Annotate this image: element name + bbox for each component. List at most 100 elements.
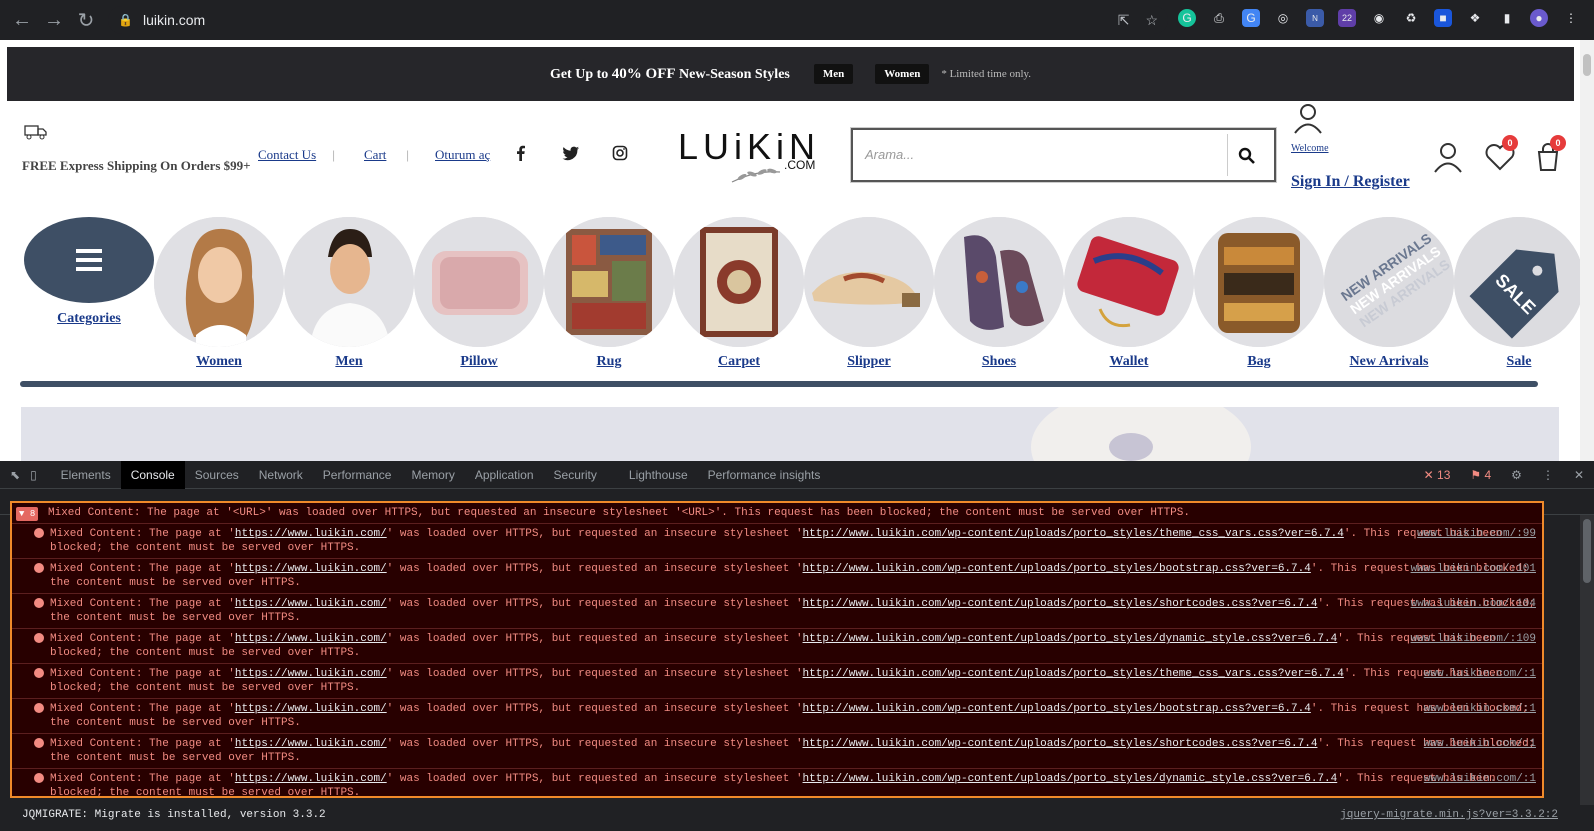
- translate-extension-icon[interactable]: G: [1242, 9, 1260, 27]
- console-group-row[interactable]: ▼ 8 Mixed Content: The page at '<URL>' w…: [12, 503, 1542, 524]
- console-error-row[interactable]: www.luikin.com/:1 Mixed Content: The page…: [12, 699, 1542, 734]
- console-error-row[interactable]: www.luikin.com/:109 Mixed Content: The pa…: [12, 629, 1542, 664]
- resource-url-link[interactable]: http://www.luikin.com/wp-content/uploads…: [803, 598, 1318, 610]
- reload-icon[interactable]: ↻: [70, 4, 102, 36]
- tab-security[interactable]: Security: [544, 461, 607, 489]
- console-source-link[interactable]: www.luikin.com/:99: [1417, 527, 1536, 541]
- category-label[interactable]: Slipper: [804, 354, 934, 370]
- console-source-link[interactable]: jquery-migrate.min.js?ver=3.3.2:2: [1340, 809, 1558, 821]
- news-extension-icon[interactable]: N: [1306, 9, 1324, 27]
- console-error-row[interactable]: www.luikin.com/:99 Mixed Content: The pag…: [12, 524, 1542, 559]
- globe-extension-icon[interactable]: ◎: [1274, 9, 1292, 27]
- resource-url-link[interactable]: http://www.luikin.com/wp-content/uploads…: [803, 703, 1311, 715]
- camera-extension-icon[interactable]: ◉: [1370, 9, 1388, 27]
- search-input[interactable]: Arama...: [865, 147, 914, 162]
- resource-url-link[interactable]: http://www.luikin.com/wp-content/uploads…: [803, 563, 1311, 575]
- category-slipper[interactable]: Slipper: [804, 217, 934, 377]
- console-error-row[interactable]: www.luikin.com/:101 Mixed Content: The pa…: [12, 559, 1542, 594]
- category-bag[interactable]: Bag: [1194, 217, 1324, 377]
- console-scrollbar[interactable]: [1580, 515, 1594, 805]
- page-scrollbar[interactable]: [1580, 40, 1594, 461]
- screen-recorder-extension-icon[interactable]: ■: [1434, 9, 1452, 27]
- contact-us-link[interactable]: Contact Us: [258, 147, 316, 163]
- category-pillow[interactable]: Pillow: [414, 217, 544, 377]
- promo-men-button[interactable]: Men: [813, 64, 854, 84]
- puzzle-extensions-icon[interactable]: ❖: [1466, 9, 1484, 27]
- category-label[interactable]: Men: [284, 354, 414, 370]
- page-url-link[interactable]: https://www.luikin.com/: [235, 563, 387, 575]
- category-new-arrivals[interactable]: NEW ARRIVALS NEW ARRIVALS NEW ARRIVALS New…: [1324, 217, 1454, 377]
- console-source-link[interactable]: www.luikin.com/:101: [1411, 562, 1536, 576]
- resource-url-link[interactable]: http://www.luikin.com/wp-content/uploads…: [803, 633, 1338, 645]
- category-label[interactable]: New Arrivals: [1324, 354, 1454, 370]
- tab-memory[interactable]: Memory: [401, 461, 464, 489]
- tab-application[interactable]: Application: [465, 461, 544, 489]
- category-rug[interactable]: Rug: [544, 217, 674, 377]
- facebook-icon[interactable]: [514, 145, 528, 161]
- share-icon[interactable]: ⇱: [1118, 12, 1130, 29]
- close-devtools-icon[interactable]: ✕: [1564, 461, 1594, 489]
- page-url-link[interactable]: https://www.luikin.com/: [235, 633, 387, 645]
- resource-url-link[interactable]: http://www.luikin.com/wp-content/uploads…: [803, 738, 1318, 750]
- console-source-link[interactable]: www.luikin.com/:1: [1424, 667, 1536, 681]
- sidepanel-icon[interactable]: ▮: [1498, 9, 1516, 27]
- grammarly-extension-icon[interactable]: G: [1178, 9, 1196, 27]
- category-label[interactable]: Carpet: [674, 354, 804, 370]
- tab-network[interactable]: Network: [249, 461, 313, 489]
- resource-url-link[interactable]: http://www.luikin.com/wp-content/uploads…: [803, 528, 1344, 540]
- menu-kebab-icon[interactable]: ⋮: [1562, 9, 1580, 27]
- page-url-link[interactable]: https://www.luikin.com/: [235, 528, 387, 540]
- page-url-link[interactable]: https://www.luikin.com/: [235, 773, 387, 785]
- console-source-link[interactable]: www.luikin.com/:109: [1411, 632, 1536, 646]
- category-wallet[interactable]: Wallet: [1064, 217, 1194, 377]
- console-error-row[interactable]: www.luikin.com/:1 Mixed Content: The page…: [12, 769, 1542, 796]
- profile-avatar[interactable]: ●: [1530, 9, 1548, 27]
- inspect-element-icon[interactable]: ⬉: [0, 461, 26, 489]
- carousel-scrollbar[interactable]: [20, 381, 1538, 387]
- console-error-row[interactable]: www.luikin.com/:1 Mixed Content: The page…: [12, 734, 1542, 769]
- account-icon[interactable]: [1432, 141, 1464, 173]
- page-url-link[interactable]: https://www.luikin.com/: [235, 668, 387, 680]
- tab-performance[interactable]: Performance: [313, 461, 402, 489]
- twitter-icon[interactable]: [562, 145, 580, 161]
- device-toolbar-icon[interactable]: ▯: [26, 461, 51, 489]
- category-carpet[interactable]: Carpet: [674, 217, 804, 377]
- console-source-link[interactable]: www.luikin.com/:1: [1424, 737, 1536, 751]
- error-count[interactable]: ✕ 13: [1414, 461, 1461, 489]
- back-icon[interactable]: ←: [6, 4, 38, 36]
- category-shoes[interactable]: Shoes: [934, 217, 1064, 377]
- instagram-icon[interactable]: [612, 145, 628, 161]
- console-source-link[interactable]: www.luikin.com/:1: [1424, 772, 1536, 786]
- categories-menu-button[interactable]: [24, 217, 154, 303]
- scrollbar-thumb[interactable]: [1583, 54, 1591, 76]
- category-label[interactable]: Pillow: [414, 354, 544, 370]
- category-label[interactable]: Women: [154, 354, 284, 370]
- category-women[interactable]: Women: [154, 217, 284, 377]
- scrollbar-thumb[interactable]: [1583, 519, 1591, 583]
- console-source-link[interactable]: www.luikin.com/:1: [1424, 702, 1536, 716]
- tab-elements[interactable]: Elements: [51, 461, 121, 489]
- warning-count[interactable]: ⚑ 4: [1460, 461, 1501, 489]
- forward-icon[interactable]: →: [38, 4, 70, 36]
- cart-link[interactable]: Cart: [364, 147, 386, 163]
- login-link[interactable]: Oturum aç: [435, 147, 490, 163]
- page-url-link[interactable]: https://www.luikin.com/: [235, 738, 387, 750]
- bookmark-star-icon[interactable]: ☆: [1145, 12, 1158, 29]
- page-url-link[interactable]: https://www.luikin.com/: [235, 598, 387, 610]
- console-error-row[interactable]: www.luikin.com/:104 Mixed Content: The pa…: [12, 594, 1542, 629]
- more-options-icon[interactable]: ⋮: [1532, 461, 1564, 489]
- category-label[interactable]: Wallet: [1064, 354, 1194, 370]
- address-url[interactable]: luikin.com: [143, 12, 205, 28]
- category-label[interactable]: Shoes: [934, 354, 1064, 370]
- printer-extension-icon[interactable]: ⎙: [1210, 9, 1228, 27]
- category-men[interactable]: Men: [284, 217, 414, 377]
- console-error-row[interactable]: www.luikin.com/:1 Mixed Content: The page…: [12, 664, 1542, 699]
- search-box[interactable]: Arama...: [851, 128, 1276, 182]
- tab-console[interactable]: Console: [120, 460, 185, 489]
- console-source-link[interactable]: www.luikin.com/:104: [1411, 597, 1536, 611]
- settings-gear-icon[interactable]: ⚙: [1501, 461, 1532, 489]
- page-url-link[interactable]: https://www.luikin.com/: [235, 703, 387, 715]
- category-label[interactable]: Rug: [544, 354, 674, 370]
- promo-women-button[interactable]: Women: [875, 64, 930, 84]
- category-sale[interactable]: SALE Sale: [1454, 217, 1584, 377]
